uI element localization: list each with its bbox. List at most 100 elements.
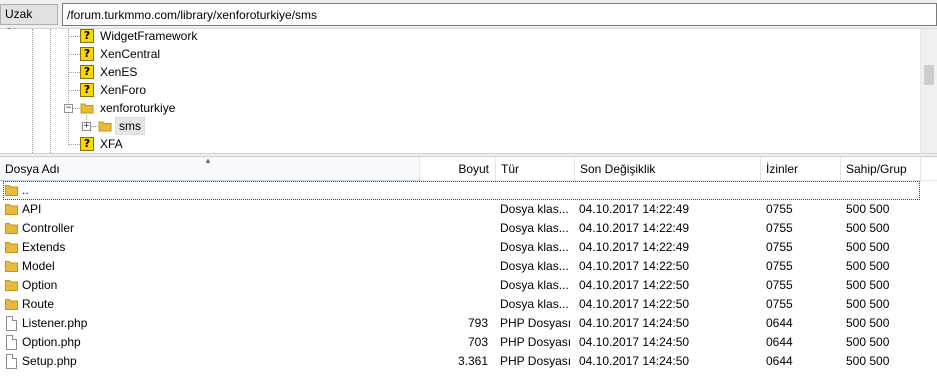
tree-item-label: sms: [115, 117, 145, 135]
file-row[interactable]: ..: [0, 181, 937, 200]
column-header-label: İzinler: [766, 162, 799, 176]
remote-file-list[interactable]: Dosya Adı ▲ Boyut Tür Son Değişiklik İzi…: [0, 157, 937, 384]
file-row[interactable]: Listener.php 793 PHP Dosyası 04.10.2017 14:…: [0, 314, 937, 333]
cell-modified: 04.10.2017 14:24:50: [579, 316, 690, 330]
tree-item[interactable]: ? XenCentral: [0, 45, 920, 63]
column-header-label: Tür: [501, 162, 519, 176]
cell-size: [420, 257, 488, 276]
cell-name: Setup.php: [22, 354, 77, 368]
file-list-header: Dosya Adı ▲ Boyut Tür Son Değişiklik İzi…: [0, 157, 937, 181]
file-row[interactable]: Option.php 703 PHP Dosyası 04.10.2017 14:24…: [0, 333, 937, 352]
sort-ascending-icon: ▲: [204, 156, 212, 165]
cell-owner: 500 500: [846, 278, 890, 292]
cell-name: Route: [22, 297, 55, 311]
column-header-modified[interactable]: Son Değişiklik: [575, 157, 761, 181]
column-header-type[interactable]: Tür: [496, 157, 575, 181]
folder-icon: [5, 204, 18, 215]
cell-perms: 0755: [766, 278, 793, 292]
cell-type: Dosya klas...: [500, 259, 569, 273]
file-row[interactable]: Controller Dosya klas... 04.10.2017 14:22:…: [0, 219, 937, 238]
folder-icon: [5, 223, 18, 234]
cell-modified: 04.10.2017 14:22:50: [579, 278, 690, 292]
tree-item[interactable]: − xenforoturkiye: [0, 99, 920, 117]
cell-type: Dosya klas...: [500, 221, 569, 235]
cell-type: PHP Dosyası: [500, 354, 570, 368]
cell-size: 793: [467, 316, 488, 330]
cell-size: [420, 295, 488, 314]
tree-item[interactable]: ? XenForo: [0, 81, 920, 99]
file-row[interactable]: Extends Dosya klas... 04.10.2017 14:22:49 0…: [0, 238, 937, 257]
column-header-name[interactable]: Dosya Adı ▲: [0, 157, 420, 181]
file-row[interactable]: Setup.php 3.361 PHP Dosyası 04.10.2017 14:2…: [0, 352, 937, 371]
remote-path-input[interactable]: [62, 3, 937, 26]
folder-icon: [5, 261, 18, 272]
tree-item[interactable]: ? XenES: [0, 63, 920, 81]
cell-perms: 0755: [766, 259, 793, 273]
cell-size: [420, 276, 488, 295]
tree-item[interactable]: ? XFA: [0, 135, 920, 153]
cell-owner: 500 500: [846, 221, 890, 235]
column-header-owner[interactable]: Sahip/Grup: [841, 157, 921, 181]
cell-owner: 500 500: [846, 335, 890, 349]
file-row[interactable]: API Dosya klas... 04.10.2017 14:22:49 0755 5…: [0, 200, 937, 219]
cell-size: 703: [467, 335, 488, 349]
cell-name: Option: [22, 278, 58, 292]
cell-size: [420, 181, 488, 200]
file-icon: [6, 335, 17, 350]
column-header-label: Sahip/Grup: [846, 162, 907, 176]
cell-owner: 500 500: [846, 259, 890, 273]
cell-modified: 04.10.2017 14:22:49: [579, 221, 690, 235]
cell-perms: 0644: [766, 335, 793, 349]
question-icon: ?: [80, 47, 94, 61]
folder-icon: [5, 299, 18, 310]
file-row[interactable]: Option Dosya klas... 04.10.2017 14:22:50 07…: [0, 276, 937, 295]
cell-size: [420, 200, 488, 219]
cell-type: PHP Dosyası: [500, 335, 570, 349]
tree-item-label: XFA: [100, 137, 123, 151]
cell-owner: 500 500: [846, 202, 890, 216]
cell-type: PHP Dosyası: [500, 316, 570, 330]
cell-modified: 04.10.2017 14:24:50: [579, 354, 690, 368]
cell-name: API: [22, 202, 42, 216]
cell-owner: 500 500: [846, 354, 890, 368]
file-icon: [6, 354, 17, 369]
cell-owner: 500 500: [846, 240, 890, 254]
cell-type: [500, 181, 570, 200]
remote-directory-tree[interactable]: ? WidgetFramework ? XenCentral ? XenES ?…: [0, 29, 937, 153]
tree-item[interactable]: ? WidgetFramework: [0, 29, 920, 45]
tree-scroll-thumb[interactable]: [924, 65, 934, 85]
cell-name: Listener.php: [22, 316, 88, 330]
question-icon: ?: [80, 83, 94, 97]
folder-icon: [5, 280, 18, 291]
cell-owner: [846, 181, 926, 200]
cell-modified: 04.10.2017 14:22:49: [579, 202, 690, 216]
cell-type: Dosya klas...: [500, 240, 569, 254]
tree-collapse-button[interactable]: −: [64, 104, 73, 113]
tree-scrollbar[interactable]: [920, 29, 937, 153]
tree-item-selected[interactable]: + sms: [0, 117, 920, 135]
column-header-size[interactable]: Boyut: [420, 157, 496, 181]
remote-site-bar: Uzak Site:: [0, 0, 937, 40]
column-header-label: Son Değişiklik: [580, 162, 656, 176]
folder-icon: [80, 103, 94, 114]
file-row[interactable]: Model Dosya klas... 04.10.2017 14:22:50 075…: [0, 257, 937, 276]
cell-owner: 500 500: [846, 316, 890, 330]
cell-name: Option.php: [22, 335, 81, 349]
cell-type: Dosya klas...: [500, 297, 569, 311]
question-icon: ?: [80, 29, 94, 43]
cell-perms: 0644: [766, 354, 793, 368]
tree-item-label: XenES: [100, 65, 138, 79]
cell-size: 3.361: [457, 354, 488, 368]
cell-name: Model: [22, 259, 55, 273]
question-icon: ?: [80, 65, 94, 79]
cell-perms: 0755: [766, 202, 793, 216]
column-header-label: Boyut: [458, 162, 489, 176]
question-icon: ?: [80, 137, 94, 151]
cell-owner: 500 500: [846, 297, 890, 311]
column-header-label: Dosya Adı: [5, 162, 60, 176]
tree-expand-button[interactable]: +: [82, 122, 91, 131]
file-row[interactable]: Route Dosya klas... 04.10.2017 14:22:50 075…: [0, 295, 937, 314]
cell-name: ..: [22, 183, 29, 197]
column-header-permissions[interactable]: İzinler: [761, 157, 841, 181]
cell-perms: 0644: [766, 316, 793, 330]
